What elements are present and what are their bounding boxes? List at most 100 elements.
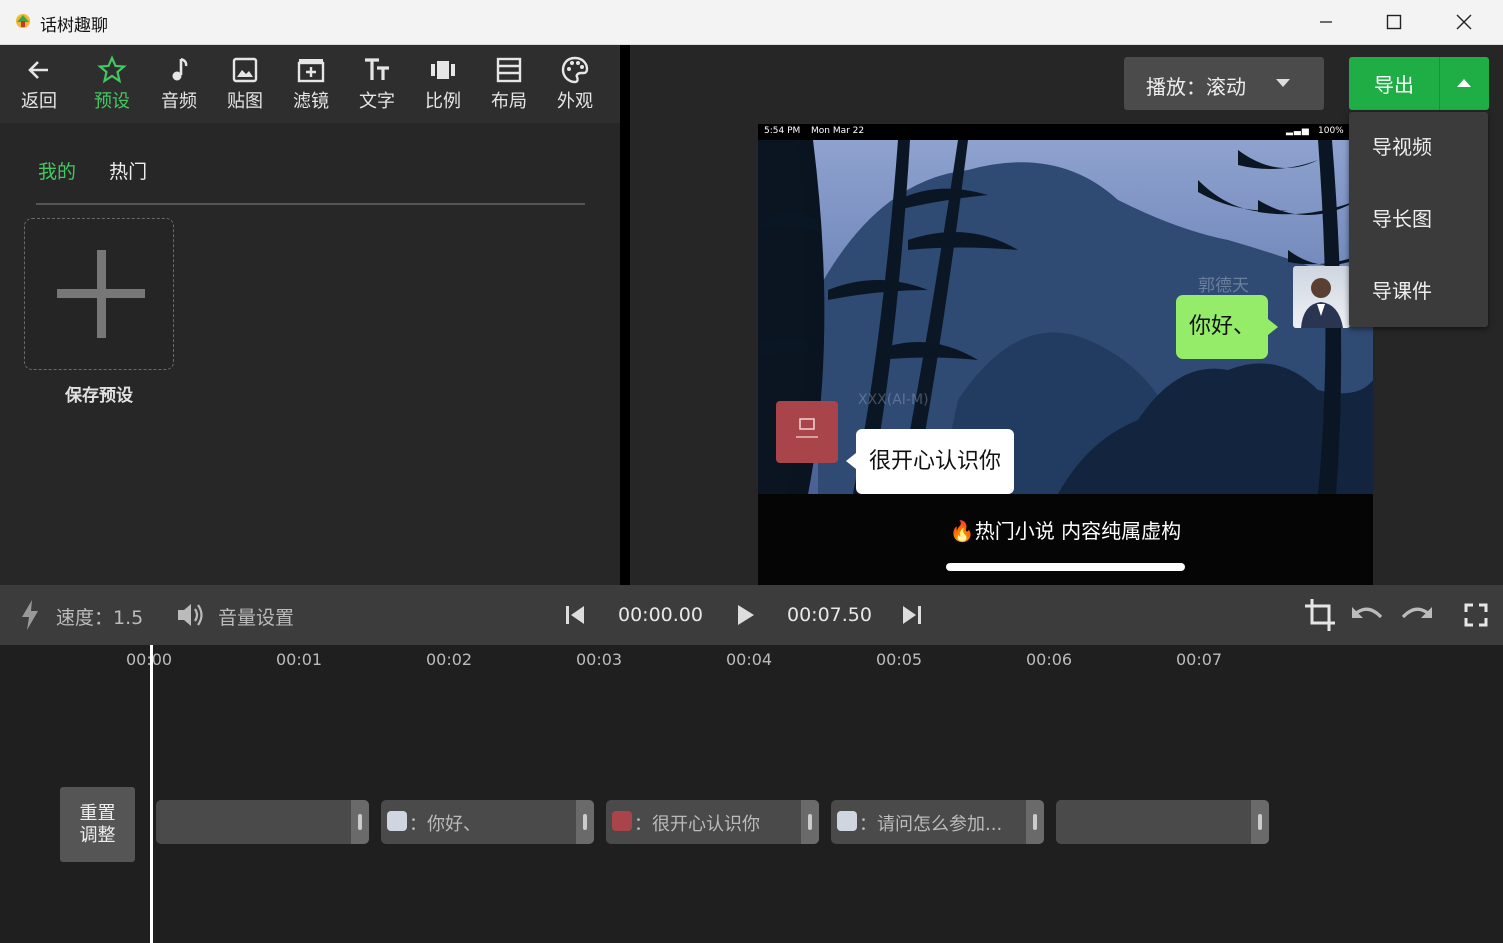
toolbar-audio[interactable]: 音频 — [151, 55, 207, 121]
speaker-name-left: XXX(AI-M) — [858, 392, 929, 408]
close-icon — [1456, 14, 1472, 30]
battery-level: 100% — [1318, 126, 1344, 136]
star-icon — [97, 55, 127, 84]
app-logo-icon — [16, 14, 30, 28]
toolbar-label: 音频 — [161, 91, 197, 112]
reset-adjust-button[interactable]: 重置 调整 — [60, 787, 135, 862]
image-icon — [232, 57, 258, 83]
skip-end-icon[interactable] — [902, 605, 922, 625]
toolbar-label: 预设 — [94, 91, 130, 112]
toolbar-preset[interactable]: 预设 — [84, 55, 140, 121]
minimize-button[interactable] — [1292, 0, 1360, 44]
text-icon — [365, 58, 389, 80]
timeline-clip[interactable]: ：很开心认识你 — [606, 800, 819, 844]
main-toolbar: 返回 预设 音频 贴图 滤镜 文字 比例 布局 外观 — [0, 45, 620, 123]
playhead[interactable] — [150, 645, 153, 943]
save-preset-label: 保存预设 — [65, 386, 133, 406]
toolbar-ratio[interactable]: 比例 — [415, 55, 471, 121]
redo-icon[interactable] — [1399, 603, 1433, 627]
toolbar-label: 外观 — [557, 91, 593, 112]
add-preset-button[interactable] — [24, 218, 174, 370]
clip-text: ：很开心认识你 — [634, 814, 760, 835]
tab-mine[interactable]: 我的 — [38, 157, 76, 184]
reset-label-line1: 重置 — [79, 802, 116, 824]
signal-icon: ▂▃▅ — [1286, 126, 1310, 136]
timeline-clip[interactable]: ：请问怎么参加... — [831, 800, 1044, 844]
undo-icon[interactable] — [1351, 603, 1385, 627]
speaker-name-right: 郭德天 — [1198, 276, 1249, 296]
status-date: Mon Mar 22 — [811, 126, 865, 136]
clip-resize-handle[interactable] — [351, 800, 369, 844]
preview-progress-bar — [946, 563, 1185, 571]
timeline-clip[interactable] — [1056, 800, 1269, 844]
toolbar-label: 布局 — [491, 91, 527, 112]
timeline-tick: 00:06 — [1026, 650, 1073, 669]
toolbar-label: 贴图 — [227, 91, 263, 112]
export-courseware-item[interactable]: 导课件 — [1349, 256, 1488, 328]
timeline-clip[interactable]: ：你好、 — [381, 800, 594, 844]
clip-text: ：请问怎么参加... — [859, 814, 1003, 835]
device-status-bar: 5:54 PM Mon Mar 22 ▂▃▅ 100% — [758, 124, 1373, 140]
timeline-tick: 00:07 — [1176, 650, 1223, 669]
layout-icon — [496, 57, 522, 83]
toolbar-sticker[interactable]: 贴图 — [217, 55, 273, 121]
volume-icon[interactable] — [176, 601, 206, 629]
timeline[interactable]: 00:00 00:01 00:02 00:03 00:04 00:05 00:0… — [0, 645, 1503, 943]
tab-popular[interactable]: 热门 — [109, 157, 147, 184]
toolbar-appearance[interactable]: 外观 — [547, 55, 603, 121]
toolbar-back[interactable]: 返回 — [11, 55, 67, 121]
toolbar-label: 比例 — [425, 91, 461, 112]
maximize-button[interactable] — [1360, 0, 1428, 44]
play-icon[interactable] — [736, 604, 756, 626]
playback-mode-label: 播放：滚动 — [1146, 75, 1246, 99]
crop-icon[interactable] — [1304, 598, 1336, 632]
speed-setting[interactable]: 速度：1.5 — [56, 603, 143, 630]
lightning-icon — [22, 600, 38, 630]
timeline-tick: 00:02 — [426, 650, 473, 669]
volume-settings[interactable]: 音量设置 — [218, 603, 294, 630]
clip-resize-handle[interactable] — [1251, 800, 1269, 844]
clip-avatar — [612, 811, 632, 831]
plus-icon-vertical — [97, 250, 106, 338]
fullscreen-icon[interactable] — [1464, 603, 1488, 627]
clip-resize-handle[interactable] — [576, 800, 594, 844]
left-panel: 返回 预设 音频 贴图 滤镜 文字 比例 布局 外观 我的 热门 保存预设 — [0, 45, 620, 585]
panel-divider[interactable] — [620, 45, 630, 585]
toolbar-layout[interactable]: 布局 — [481, 55, 537, 121]
clip-resize-handle[interactable] — [1026, 800, 1044, 844]
palette-icon — [561, 56, 589, 84]
export-video-item[interactable]: 导视频 — [1349, 112, 1488, 184]
chevron-down-icon — [1276, 79, 1290, 87]
timeline-tick: 00:03 — [576, 650, 623, 669]
clip-text: ：你好、 — [409, 814, 481, 835]
toolbar-label: 文字 — [359, 91, 395, 112]
skip-start-icon[interactable] — [565, 605, 585, 625]
playback-mode-dropdown[interactable]: 播放：滚动 — [1124, 57, 1324, 110]
arrow-left-icon — [28, 61, 48, 79]
title-bar: 话树趣聊 — [0, 0, 1503, 45]
export-button[interactable]: 导出 — [1349, 57, 1439, 110]
music-note-icon — [172, 57, 188, 81]
person-avatar-icon — [1301, 278, 1343, 328]
avatar — [1293, 266, 1350, 328]
timeline-tick: 00:01 — [276, 650, 323, 669]
status-time: 5:54 PM — [764, 126, 801, 136]
timeline-tick: 00:04 — [726, 650, 773, 669]
caption-text: 🔥热门小说 内容纯属虚构 — [949, 519, 1182, 543]
close-button[interactable] — [1430, 0, 1498, 44]
toolbar-filter[interactable]: 滤镜 — [283, 55, 339, 121]
current-time: 00:00.00 — [618, 604, 703, 626]
export-long-image-item[interactable]: 导长图 — [1349, 184, 1488, 256]
clip-resize-handle[interactable] — [801, 800, 819, 844]
timeline-clip[interactable] — [156, 800, 369, 844]
preset-tabs: 我的 热门 — [38, 157, 175, 184]
toolbar-label: 返回 — [21, 91, 57, 112]
window-title: 话树趣聊 — [40, 16, 108, 36]
minimize-icon — [1320, 21, 1332, 23]
export-menu-toggle[interactable] — [1439, 57, 1489, 110]
export-menu: 导视频 导长图 导课件 — [1349, 112, 1488, 327]
toolbar-text[interactable]: 文字 — [349, 55, 405, 121]
video-preview[interactable]: 5:54 PM Mon Mar 22 ▂▃▅ 100% 郭德天 你好、 XXX(… — [758, 124, 1373, 585]
logo-avatar-icon — [796, 418, 818, 438]
clip-avatar — [387, 811, 407, 831]
